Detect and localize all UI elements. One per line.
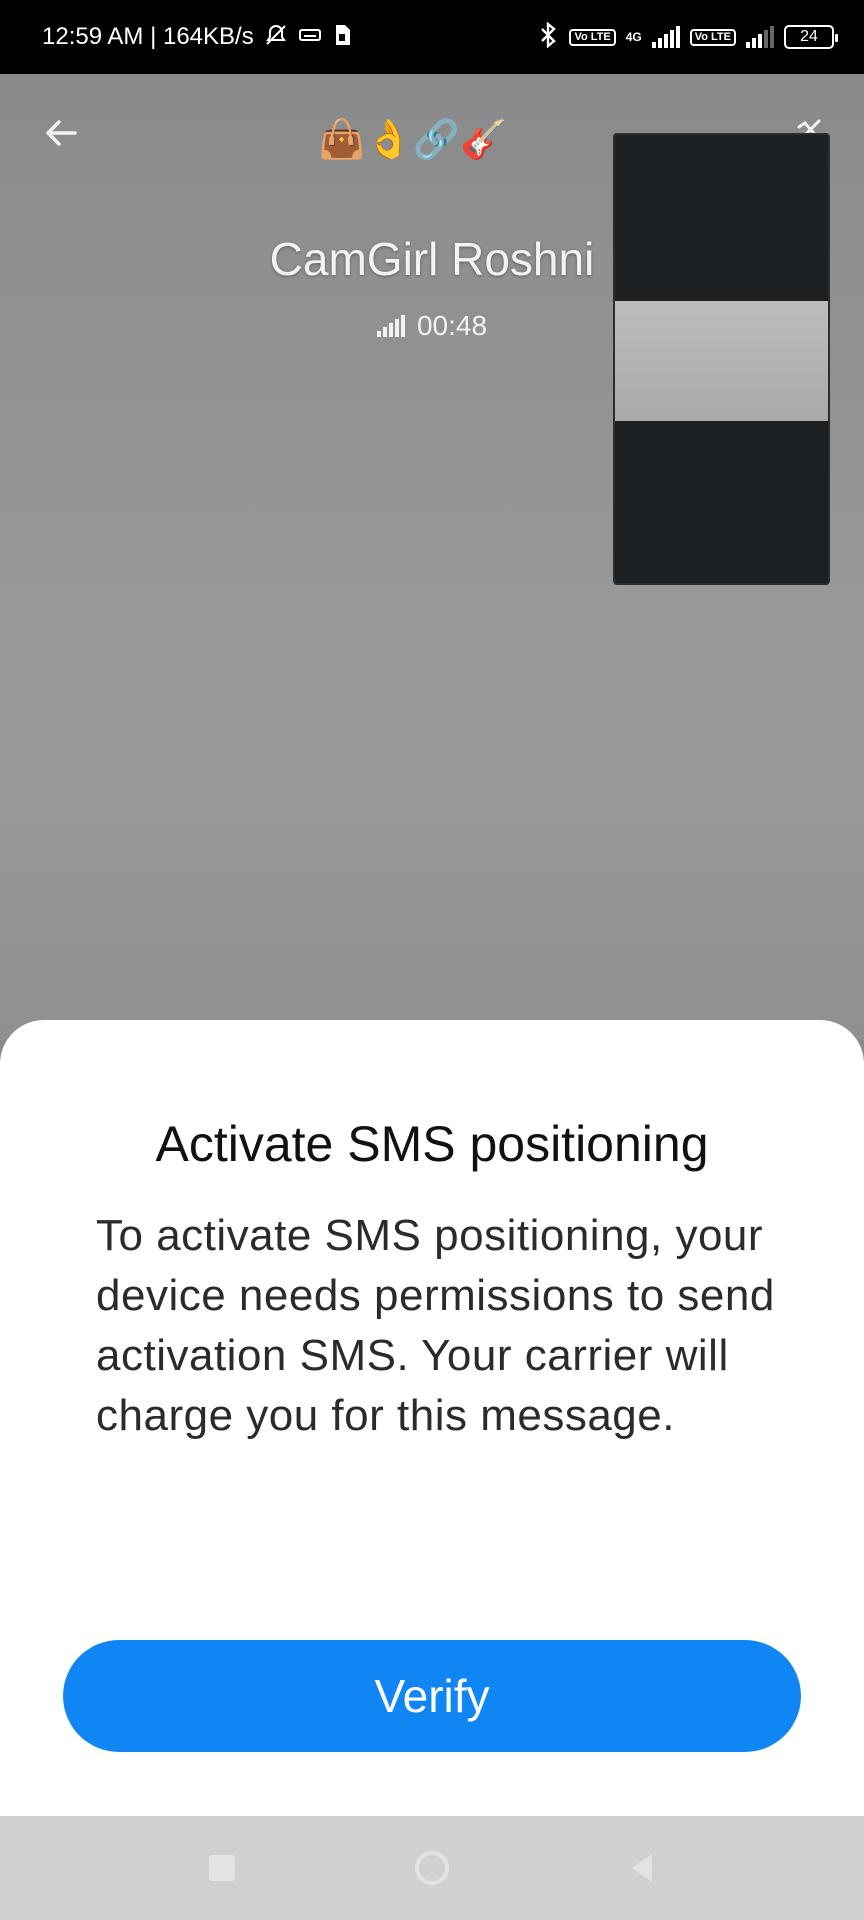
bell-off-icon xyxy=(264,23,288,52)
status-left: 12:59 AM | 164KB/s xyxy=(42,23,352,52)
home-button[interactable] xyxy=(412,1848,452,1888)
nav-back-button[interactable] xyxy=(622,1848,662,1888)
network-type: 4G xyxy=(625,30,642,44)
triangle-back-icon xyxy=(632,1854,652,1882)
status-bar: 12:59 AM | 164KB/s Vo LTE 4G Vo LTE 24 xyxy=(0,0,864,74)
battery-indicator: 24 xyxy=(784,25,838,49)
self-preview-frame xyxy=(615,301,828,421)
back-button[interactable] xyxy=(38,112,84,158)
square-icon xyxy=(209,1855,235,1881)
self-preview-video[interactable] xyxy=(613,133,830,585)
call-duration: 00:48 xyxy=(416,310,488,341)
keyboard-icon xyxy=(298,23,322,52)
bluetooth-icon xyxy=(537,20,559,53)
verify-button[interactable]: Verify xyxy=(63,1640,801,1752)
signal-bars-icon xyxy=(746,26,774,48)
sheet-title: Activate SMS positioning xyxy=(155,1116,709,1172)
volte-badge-1: Vo LTE xyxy=(569,28,616,46)
status-right: Vo LTE 4G Vo LTE 24 xyxy=(537,20,838,53)
signal-bars-icon xyxy=(376,315,405,337)
volte-badge-2: Vo LTE xyxy=(689,28,736,46)
recents-button[interactable] xyxy=(202,1848,242,1888)
signal-bars-icon xyxy=(651,26,680,48)
status-time-speed: 12:59 AM | 164KB/s xyxy=(42,23,254,50)
emoji-strip: 👜👌🔗🎸 xyxy=(318,119,508,161)
sim-card-icon xyxy=(332,23,352,52)
sheet-body-text: To activate SMS positioning, your device… xyxy=(96,1211,775,1440)
navigation-bar xyxy=(0,1816,864,1920)
circle-icon xyxy=(415,1851,449,1885)
sms-positioning-sheet: Activate SMS positioning To activate SMS… xyxy=(0,1020,864,1816)
arrow-left-icon xyxy=(41,113,81,158)
